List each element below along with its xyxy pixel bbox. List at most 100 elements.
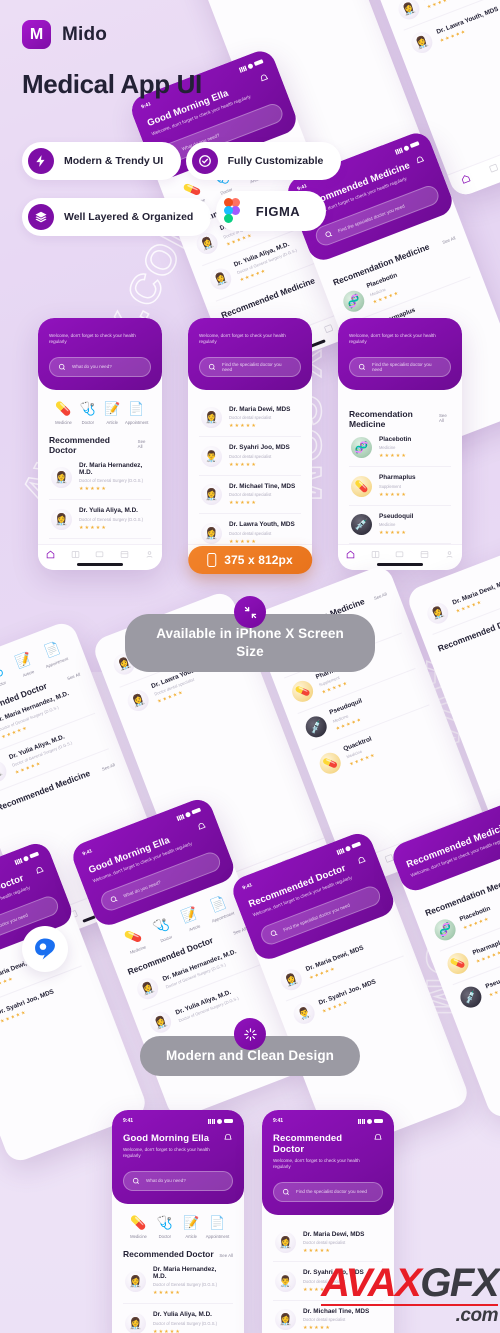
phone-icon xyxy=(207,553,217,567)
doctor-name: Dr. Syahri Joo, MDS xyxy=(229,444,290,452)
search-icon xyxy=(109,895,119,905)
sparkle-icon xyxy=(233,1018,266,1050)
home-icon[interactable] xyxy=(346,550,355,559)
bottom-nav[interactable] xyxy=(338,544,462,570)
search-placeholder: Find the specialist doctor you need xyxy=(282,902,351,933)
bottom-nav[interactable] xyxy=(38,544,162,570)
blue-logo-badge xyxy=(22,926,68,972)
doctor-name: Dr. Maria Hernandez, M.D. xyxy=(79,461,143,476)
avatar: 👩‍⚕️ xyxy=(124,686,152,714)
feature-label: Fully Customizable xyxy=(227,155,324,167)
category-medicine[interactable]: 💊Medicine xyxy=(52,401,75,425)
logo-domain: .com xyxy=(455,1305,499,1326)
avatar: 👩‍⚕️ xyxy=(134,975,162,1003)
book-icon[interactable] xyxy=(371,550,380,559)
wifi-icon xyxy=(367,1118,372,1124)
see-all-link[interactable]: See All xyxy=(138,439,151,449)
status-time: 9:41 xyxy=(123,1118,134,1124)
search-input[interactable]: What do you need? xyxy=(49,356,151,377)
list-item[interactable]: 🧬 Placebotin Medicine ★★★★★ xyxy=(349,429,451,468)
list-item[interactable]: 👩‍⚕️ Dr. Michael Tine, MDS Doctor dental… xyxy=(199,476,301,515)
avatar: 👩‍⚕️ xyxy=(207,265,235,293)
battery-icon xyxy=(351,841,362,849)
search-placeholder: Find the specialist doctor you need xyxy=(222,361,282,372)
category-medicine[interactable]: 💊Medicine xyxy=(126,1215,151,1239)
list-item[interactable]: 👩‍⚕️ Dr. Yulia Aliya, M.D. Doctor of Gen… xyxy=(123,1304,233,1333)
search-input[interactable]: What do you need? xyxy=(123,1170,233,1191)
avatar: 🧬 xyxy=(431,916,459,944)
home-indicator xyxy=(77,563,123,566)
category-appointment[interactable]: 📄Appointment xyxy=(125,400,149,425)
list-item[interactable]: 👩‍⚕️ Dr. Maria Dewi, MDS Doctor dental s… xyxy=(199,399,301,438)
wifi-icon xyxy=(344,844,352,852)
greeting-subtitle: Welcome, don't forget to check your heal… xyxy=(349,333,436,345)
search-icon xyxy=(358,363,366,371)
category-appointment[interactable]: 📄Appointment xyxy=(205,1215,230,1239)
avatar: 💊 xyxy=(351,475,372,497)
status-time: 9:41 xyxy=(81,848,94,858)
medicine-desc: Medicine xyxy=(379,445,396,451)
bell-icon[interactable] xyxy=(195,821,208,834)
home-icon[interactable] xyxy=(46,550,55,559)
search-input[interactable]: Find the specialist doctor you need xyxy=(273,1181,383,1202)
medicine-desc: Supplement xyxy=(379,483,401,489)
doctor-name: Dr. Maria Dewi, MDS xyxy=(229,405,291,413)
category-doctor[interactable]: 🩺Doctor xyxy=(76,401,99,425)
list-item[interactable]: 👩‍⚕️ Dr. Yulia Aliya, M.D. Doctor of Gen… xyxy=(49,500,151,539)
grid-icon[interactable] xyxy=(420,550,429,559)
bell-icon[interactable] xyxy=(223,1133,233,1143)
see-all-link[interactable]: See All xyxy=(439,413,451,423)
profile-icon[interactable] xyxy=(445,550,454,559)
bell-icon[interactable] xyxy=(258,72,271,85)
bell-icon[interactable] xyxy=(373,1133,383,1143)
list-item[interactable]: 👩‍⚕️ Dr. Maria Hernandez, M.D. Doctor of… xyxy=(123,1259,233,1305)
status-bar: 9:41 xyxy=(123,1118,233,1124)
pill-icon: 💊 xyxy=(130,1214,147,1230)
see-all-link[interactable]: See All xyxy=(101,762,116,772)
category-article[interactable]: 📝Article xyxy=(101,401,124,425)
book-icon[interactable] xyxy=(71,550,80,559)
hero-header: Welcome, don't forget to check your heal… xyxy=(38,318,162,390)
phone-mockup-upright-doctors: Welcome, don't forget to check your heal… xyxy=(188,318,312,570)
list-item[interactable]: 👩‍⚕️ Dr. Maria Dewi, MDS Doctor dental s… xyxy=(273,1224,383,1263)
check-circle-icon xyxy=(191,148,218,174)
profile-icon[interactable] xyxy=(145,550,154,559)
showcase-page: AVAXGFX.COM AVAXGFX.COM AVAXGFX.COM AVAX… xyxy=(0,0,500,1333)
doctor-name: Dr. Lawra Youth, MDS xyxy=(229,521,295,529)
grid-icon[interactable] xyxy=(120,550,129,559)
feature-label: Well Layered & Organized xyxy=(64,211,194,223)
search-placeholder: What do you need? xyxy=(72,364,112,370)
greeting-subtitle: Welcome, don't forget to check your heal… xyxy=(123,1147,210,1159)
bell-icon[interactable] xyxy=(33,865,46,878)
search-placeholder: What do you need? xyxy=(122,879,162,899)
status-bar: 9:41 xyxy=(273,1118,383,1124)
calendar-icon: 📄 xyxy=(128,400,145,416)
figma-badge: FIGMA xyxy=(215,191,327,231)
search-input[interactable]: Find the specialist doctor you need xyxy=(199,356,301,377)
category-doctor[interactable]: 🩺Doctor xyxy=(152,1215,177,1239)
list-item[interactable]: 💊 Pharmaplus Supplement ★★★★★ xyxy=(349,467,451,506)
medicine-name: Pseudoquil xyxy=(484,971,500,991)
rating: ★★★★★ xyxy=(303,1248,331,1255)
greeting-subtitle: Welcome, don't forget to check your heal… xyxy=(199,333,286,345)
battery-icon xyxy=(29,851,40,859)
avatar: 👩‍⚕️ xyxy=(275,1309,296,1331)
search-placeholder: Find the specialist doctor you need xyxy=(372,361,432,372)
list-item[interactable]: 💉 Pseudoquil Medicine ★★★★★ xyxy=(349,506,451,545)
list-item[interactable]: 👩‍⚕️ Dr. Maria Hernandez, M.D. Doctor of… xyxy=(49,455,151,501)
signal-icon xyxy=(176,813,185,821)
bell-icon[interactable] xyxy=(355,855,368,868)
chat-icon[interactable] xyxy=(95,550,104,559)
category-article[interactable]: 📝Article xyxy=(179,1215,204,1239)
medicine-name: Placebotin xyxy=(379,435,412,443)
chat-icon[interactable] xyxy=(395,550,404,559)
list-item[interactable]: 👨‍⚕️ Dr. Syahri Joo, MDS Doctor dental s… xyxy=(199,437,301,476)
grid-icon[interactable] xyxy=(323,323,335,335)
hero-header: Welcome, don't forget to check your heal… xyxy=(188,318,312,390)
avatar: 🧬 xyxy=(351,437,372,459)
doctor-desc: Doctor dental specialist xyxy=(229,530,272,536)
search-input[interactable]: Find the specialist doctor you need xyxy=(349,356,451,377)
see-all-link[interactable]: See All xyxy=(219,1253,233,1258)
feature-pill-customizable: Fully Customizable xyxy=(185,142,342,180)
avatar: 👩‍⚕️ xyxy=(277,966,305,994)
